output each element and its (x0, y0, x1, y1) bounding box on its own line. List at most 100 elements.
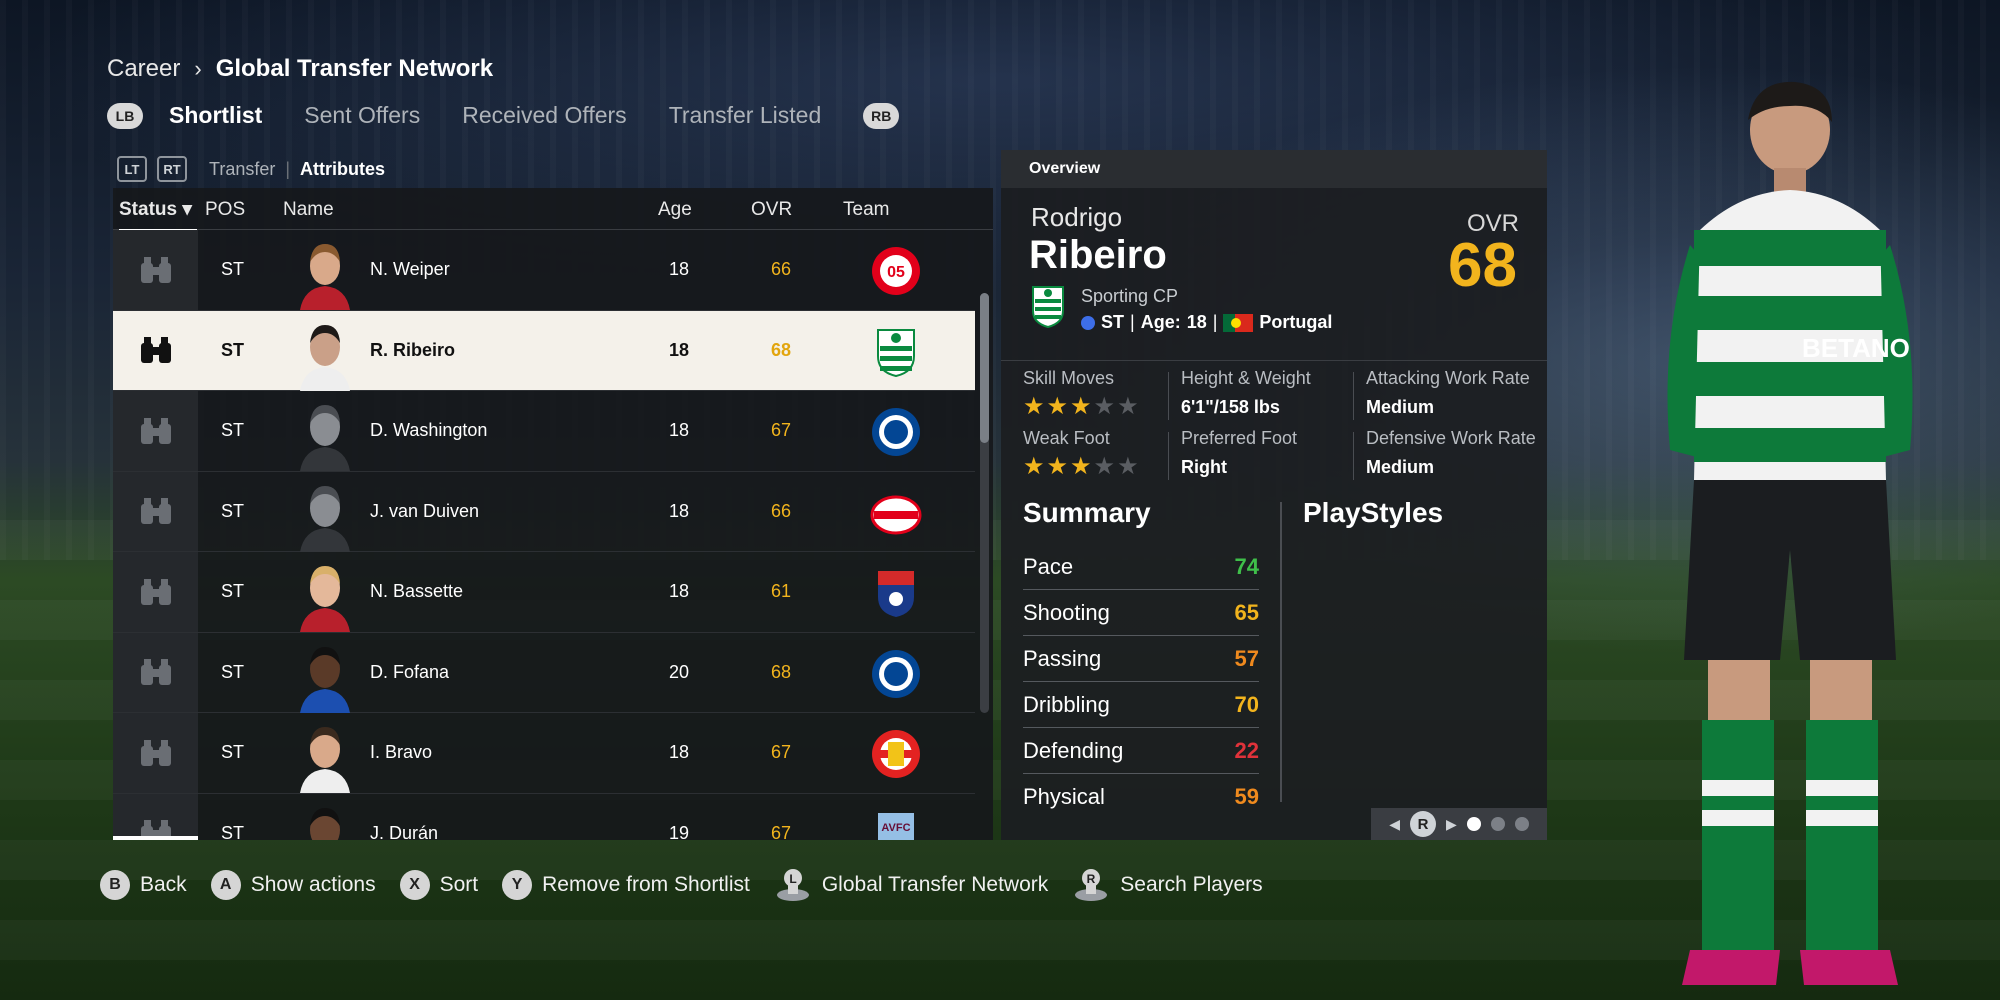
status-cell[interactable] (113, 713, 198, 793)
hint-remove-from-shortlist[interactable]: Y Remove from Shortlist (502, 870, 750, 900)
tab-shortlist[interactable]: Shortlist (169, 102, 262, 129)
player-ovr: 67 (770, 420, 791, 440)
table-row[interactable]: ST N. Bassette 18 61 (113, 552, 975, 633)
tab-transfer-listed[interactable]: Transfer Listed (669, 102, 822, 129)
status-cell[interactable] (113, 230, 198, 310)
page-dot[interactable] (1514, 817, 1529, 831)
hint-search-players[interactable]: R Search Players (1072, 868, 1263, 902)
playstyles-title: PlayStyles (1303, 497, 1444, 528)
attacking-work-rate: Attacking Work Rate Medium (1366, 368, 1541, 418)
status-cell[interactable] (113, 552, 198, 632)
player-avatar-image (300, 324, 350, 391)
subtab-attributes[interactable]: Attributes (300, 159, 385, 180)
chevron-left-icon: ◀ (1389, 815, 1400, 832)
svg-text:L: L (789, 872, 796, 886)
r-stick-icon[interactable]: R (1410, 811, 1436, 837)
status-cell[interactable] (113, 471, 198, 551)
table-header: Status ▾ POS Name Age OVR Team (113, 188, 993, 232)
player-name: R. Ribeiro (370, 339, 456, 360)
player-name: J. van Duiven (370, 500, 480, 521)
table-row[interactable]: ST R. Ribeiro 18 68 (113, 310, 975, 391)
subtab-transfer[interactable]: Transfer (209, 159, 275, 180)
table-row[interactable]: ST D. Washington 18 67 (113, 391, 975, 472)
lt-button-icon[interactable]: LT (117, 156, 147, 182)
star-icon: ★ (1093, 453, 1118, 480)
table-row[interactable]: ST J. Durán 19 67 AVFC (113, 793, 975, 841)
meta-separator: | (1212, 312, 1218, 332)
column-pos[interactable]: POS (205, 199, 245, 221)
tab-received-offers[interactable]: Received Offers (462, 102, 626, 129)
hint-show-actions[interactable]: A Show actions (210, 870, 376, 900)
button-hints: B Back A Show actions X Sort Y Remove from Shor… (100, 868, 1263, 902)
player-table: Status ▾ POS Name Age OVR Team ST N. Wei… (113, 188, 993, 840)
status-cell[interactable] (113, 391, 198, 471)
hint-back[interactable]: B Back (100, 870, 187, 900)
binoculars-icon (140, 739, 171, 766)
stat-value: 70 (1234, 691, 1259, 717)
hint-label: Search Players (1120, 873, 1263, 896)
hint-sort[interactable]: X Sort (399, 870, 478, 900)
attribute-grid: Skill Moves ★★★★★ Height & Weight 6'1"/1… (1023, 368, 1536, 488)
stat-row: Shooting 65 (1023, 590, 1259, 636)
stat-row: Defending 22 (1023, 728, 1259, 774)
status-cell[interactable] (113, 793, 198, 840)
table-row[interactable]: ST I. Bravo 18 67 (113, 713, 975, 794)
column-age[interactable]: Age (658, 199, 692, 221)
player-meta: ST | Age: 18 | Portugal (1081, 312, 1332, 333)
stat-row: Physical 59 (1023, 774, 1259, 820)
tab-sent-offers[interactable]: Sent Offers (304, 102, 420, 129)
player-age: 18 (668, 420, 689, 440)
star-icon: ★ (1093, 393, 1118, 420)
player-age: 18 (668, 742, 689, 762)
page-dot[interactable] (1490, 817, 1505, 831)
player-ovr: 61 (770, 581, 791, 601)
status-cell[interactable] (113, 632, 198, 712)
age-label: Age: (1140, 312, 1181, 332)
player-age: 18 (668, 581, 689, 601)
player-ovr: 68 (770, 339, 791, 360)
attacking-wr-label: Attacking Work Rate (1366, 368, 1530, 388)
player-position: ST (221, 500, 245, 521)
player-age: 19 (668, 822, 689, 841)
summary-title: Summary (1023, 497, 1151, 528)
hint-global-transfer-network[interactable]: L Global Transfer Network (774, 868, 1048, 902)
table-row[interactable]: ST N. Weiper 18 66 05 (113, 230, 975, 311)
table-row[interactable]: ST J. van Duiven 18 66 (113, 471, 975, 552)
player-ovr: 66 (770, 500, 791, 521)
rb-button-icon[interactable]: RB (863, 102, 900, 129)
stat-row: Pace 74 (1023, 544, 1259, 590)
star-icon: ★ (1117, 453, 1141, 480)
player-avatar-image (300, 405, 350, 471)
preferred-foot: Preferred Foot Right (1181, 428, 1341, 478)
lb-button-icon[interactable]: LB (107, 102, 143, 129)
player-ovr: 66 (770, 259, 791, 279)
star-icon: ★ (1023, 393, 1047, 420)
rt-button-icon[interactable]: RT (157, 156, 187, 182)
scrollbar-thumb[interactable] (980, 293, 989, 443)
column-ovr[interactable]: OVR (751, 199, 792, 221)
breadcrumb: Career › Global Transfer Network (107, 55, 493, 83)
column-team[interactable]: Team (843, 199, 889, 221)
stat-value: 59 (1234, 784, 1259, 809)
a-button-icon: A (210, 870, 241, 900)
status-cell[interactable] (113, 310, 198, 390)
x-button-icon: X (399, 870, 430, 900)
position-dot-icon (1081, 315, 1095, 330)
player-name: D. Fofana (370, 661, 450, 682)
star-icon: ★ (1070, 393, 1094, 420)
column-name[interactable]: Name (283, 199, 334, 221)
hint-label: Back (140, 873, 187, 896)
player-position: ST (221, 339, 245, 360)
stat-label: Defending (1023, 737, 1124, 763)
page-indicator[interactable]: ◀ R ▶ (1371, 808, 1547, 840)
player-position: ST (221, 420, 245, 440)
divider (1353, 432, 1354, 480)
psv-crest-icon (870, 495, 922, 534)
page-dot[interactable] (1466, 817, 1481, 831)
scrollbar[interactable] (980, 293, 989, 713)
chevron-right-icon: › (194, 56, 202, 81)
column-status[interactable]: Status ▾ (119, 198, 197, 232)
table-row[interactable]: ST D. Fofana 20 68 (113, 632, 975, 713)
breadcrumb-root[interactable]: Career (107, 55, 180, 83)
b-button-icon: B (100, 870, 130, 900)
